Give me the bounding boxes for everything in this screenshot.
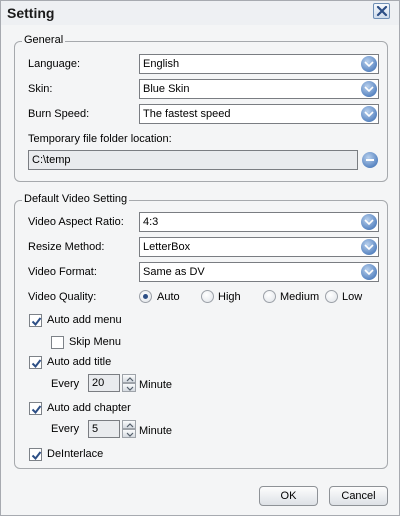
checkmark-icon [31,451,42,461]
quality-option-low[interactable]: Low [342,291,362,303]
chevron-down-icon[interactable] [361,214,377,230]
quality-radio-high[interactable] [201,290,214,303]
skin-select[interactable]: Blue Skin [139,79,379,99]
chevron-down-icon [126,386,134,391]
chevron-down-icon[interactable] [361,264,377,280]
burn-speed-select[interactable]: The fastest speed [139,104,379,124]
general-legend: General [22,34,66,46]
title-interval-value: 20 [92,377,105,389]
skin-label: Skin: [28,83,53,95]
ok-button[interactable]: OK [259,486,318,506]
auto-add-menu-label[interactable]: Auto add menu [47,314,122,326]
quality-radio-auto[interactable] [139,290,152,303]
quality-option-medium[interactable]: Medium [280,291,319,303]
dialog-title: Setting [7,5,55,21]
title-every-label: Every [51,378,80,390]
auto-add-chapter-label[interactable]: Auto add chapter [47,402,131,414]
chapter-unit-label: Minute [139,425,173,437]
title-interval-stepper[interactable] [122,374,136,392]
video-legend: Default Video Setting [22,193,130,205]
skin-value: Blue Skin [143,83,190,95]
video-format-label: Video Format: [28,266,97,278]
cancel-button[interactable]: Cancel [329,486,388,506]
skip-menu-checkbox[interactable] [51,336,64,349]
title-interval-input[interactable]: 20 [88,374,120,392]
chevron-down-icon[interactable] [361,239,377,255]
title-unit-label: Minute [139,379,173,391]
resize-method-label: Resize Method: [28,241,105,253]
minus-icon [366,159,374,161]
chevron-up-icon [126,377,134,382]
auto-add-menu-checkbox[interactable] [29,314,42,327]
chapter-interval-input[interactable]: 5 [88,420,120,438]
auto-add-title-checkbox[interactable] [29,356,42,369]
auto-add-chapter-checkbox[interactable] [29,402,42,415]
chevron-down-icon[interactable] [361,81,377,97]
resize-method-select[interactable]: LetterBox [139,237,379,257]
burn-speed-value: The fastest speed [143,108,231,120]
chevron-down-icon[interactable] [361,106,377,122]
settings-dialog: Setting General Language: English Skin: … [0,0,400,516]
deinterlace-label[interactable]: DeInterlace [47,448,103,460]
language-value: English [143,58,180,70]
close-button[interactable] [373,3,390,19]
quality-option-auto[interactable]: Auto [157,291,180,303]
title-bar[interactable]: Setting [1,1,399,25]
aspect-ratio-select[interactable]: 4:3 [139,212,379,232]
general-group: General Language: English Skin: Blue Ski… [14,34,388,182]
stepper-down-button[interactable] [122,383,136,392]
quality-radio-medium[interactable] [263,290,276,303]
video-group: Default Video Setting Video Aspect Ratio… [14,193,388,469]
checkmark-icon [31,359,42,369]
temp-folder-value: C:\temp [32,154,71,166]
temp-folder-label: Temporary file folder location: [28,133,172,145]
video-quality-label: Video Quality: [28,291,97,303]
temp-folder-input[interactable]: C:\temp [28,150,358,170]
quality-radio-low[interactable] [325,290,338,303]
radio-selected-dot [143,294,148,299]
aspect-ratio-value: 4:3 [143,216,159,228]
chapter-interval-stepper[interactable] [122,420,136,438]
burn-speed-label: Burn Speed: [28,108,90,120]
stepper-down-button[interactable] [122,429,136,438]
video-format-value: Same as DV [143,266,205,278]
checkmark-icon [31,405,42,415]
chapter-interval-value: 5 [92,423,99,435]
stepper-up-button[interactable] [122,374,136,383]
resize-method-value: LetterBox [143,241,191,253]
language-label: Language: [28,58,80,70]
checkmark-icon [31,317,42,327]
quality-option-high[interactable]: High [218,291,241,303]
aspect-ratio-label: Video Aspect Ratio: [28,216,124,228]
language-select[interactable]: English [139,54,379,74]
chevron-up-icon [126,423,134,428]
chapter-every-label: Every [51,423,80,435]
deinterlace-checkbox[interactable] [29,448,42,461]
stepper-up-button[interactable] [122,420,136,429]
chevron-down-icon [126,432,134,437]
browse-folder-button[interactable] [362,152,378,168]
chevron-down-icon[interactable] [361,56,377,72]
close-icon [376,6,388,17]
video-format-select[interactable]: Same as DV [139,262,379,282]
skip-menu-label[interactable]: Skip Menu [69,336,121,348]
auto-add-title-label[interactable]: Auto add title [47,356,111,368]
